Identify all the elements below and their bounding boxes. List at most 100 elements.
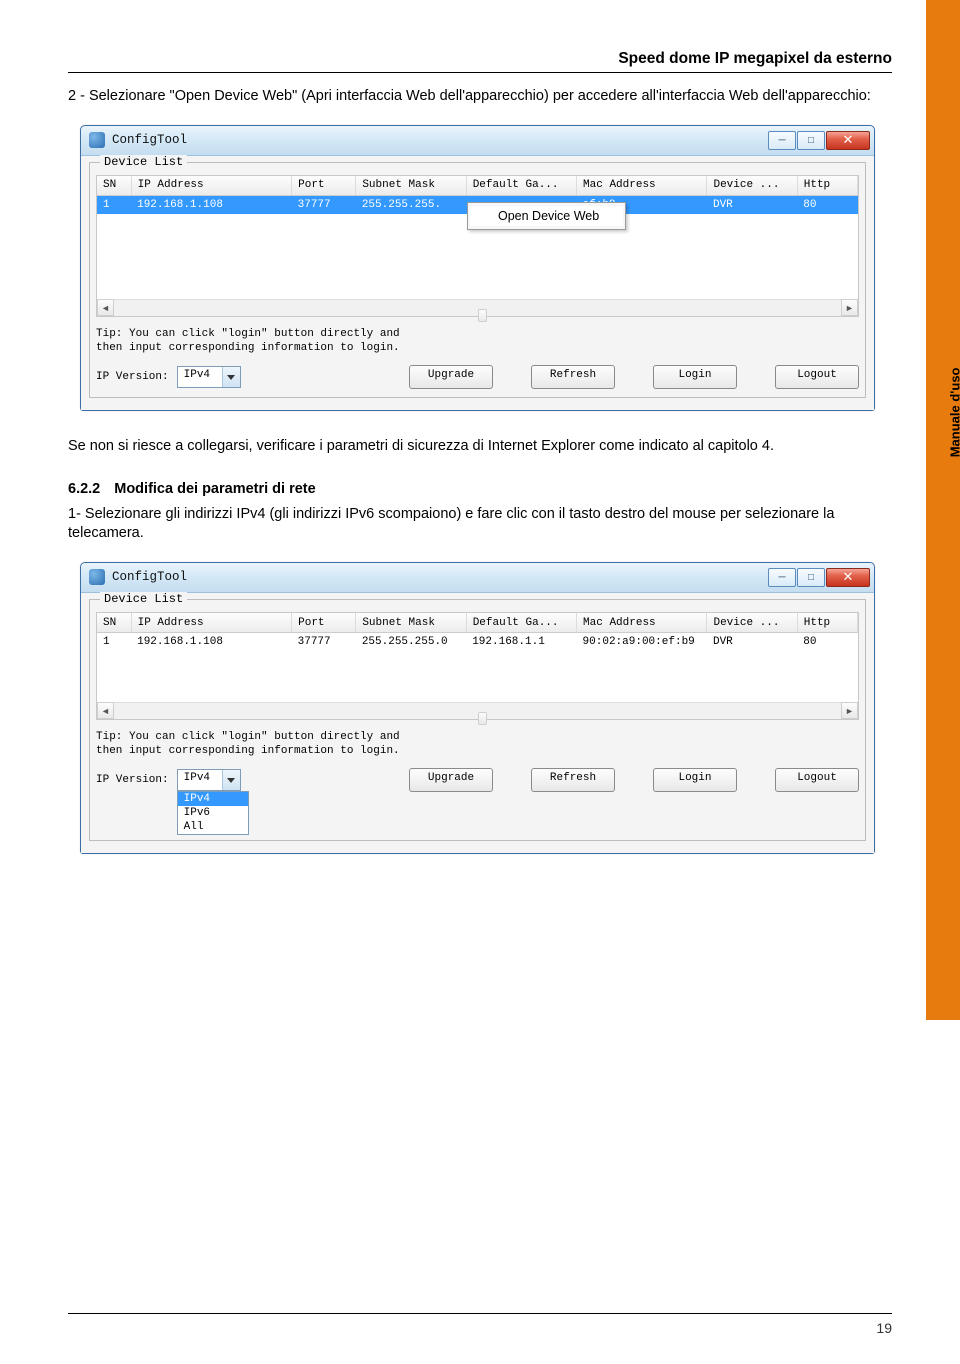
window-title: ConfigTool [112,570,187,584]
table-row[interactable] [97,248,858,265]
table-row[interactable] [97,231,858,248]
horizontal-scrollbar[interactable]: ◄ ► [97,299,858,316]
close-button[interactable]: ✕ [826,568,870,587]
table-row[interactable] [97,668,858,685]
table-row[interactable] [97,651,858,668]
cell-sn: 1 [97,196,131,214]
th-mask[interactable]: Subnet Mask [356,176,466,196]
ip-version-select[interactable]: IPv4 IPv4 IPv6 All [177,769,241,791]
table-row[interactable] [97,265,858,282]
cell-sn: 1 [97,633,131,651]
th-http[interactable]: Http [797,613,857,633]
close-button[interactable]: ✕ [826,131,870,150]
page-header-title: Speed dome IP megapixel da esterno [68,50,892,68]
scroll-right-icon[interactable]: ► [841,299,858,316]
refresh-button[interactable]: Refresh [531,365,615,389]
th-sn[interactable]: SN [97,613,131,633]
context-menu[interactable]: Open Device Web [467,202,626,230]
option-all[interactable]: All [178,820,248,834]
th-device[interactable]: Device ... [707,176,797,196]
section-title: Modifica dei parametri di rete [114,481,315,497]
tip-text: Tip: You can click "login" button direct… [96,327,859,356]
logout-button[interactable]: Logout [775,768,859,792]
sidebar-orange-bar: Manuale d'uso [926,0,960,1020]
chevron-down-icon[interactable] [222,770,240,790]
titlebar[interactable]: ConfigTool ─ □ ✕ [81,126,874,156]
option-ipv6[interactable]: IPv6 [178,806,248,820]
cell-mask: 255.255.255. [356,196,466,214]
login-button[interactable]: Login [653,768,737,792]
option-ipv4[interactable]: IPv4 [178,792,248,806]
logout-button[interactable]: Logout [775,365,859,389]
th-ip[interactable]: IP Address [131,176,292,196]
scroll-left-icon[interactable]: ◄ [97,299,114,316]
page-number: 19 [68,1320,892,1336]
th-port[interactable]: Port [292,613,356,633]
cell-gw: 192.168.1.1 [466,633,576,651]
window-title: ConfigTool [112,133,187,147]
minimize-button[interactable]: ─ [768,568,796,587]
th-http[interactable]: Http [797,176,857,196]
device-list-fieldset: Device List SN IP Address Port [89,162,866,399]
tip-line-2: then input corresponding information to … [96,744,859,758]
fieldset-legend: Device List [100,155,187,169]
table-header-row: SN IP Address Port Subnet Mask Default G… [97,176,858,196]
cell-ip: 192.168.1.108 [131,196,292,214]
horizontal-scrollbar[interactable]: ◄ ► [97,702,858,719]
cell-mac: 90:02:a9:00:ef:b9 [577,633,707,651]
scroll-thumb[interactable] [478,309,487,322]
app-icon [89,132,105,148]
cell-http: 80 [797,633,857,651]
cell-ip: 192.168.1.108 [131,633,292,651]
upgrade-button[interactable]: Upgrade [409,365,493,389]
ip-version-label: IP Version: [96,371,169,383]
cell-port: 37777 [292,633,356,651]
scroll-left-icon[interactable]: ◄ [97,702,114,719]
refresh-button[interactable]: Refresh [531,768,615,792]
context-open-device-web[interactable]: Open Device Web [470,206,623,226]
device-table[interactable]: SN IP Address Port Subnet Mask Default G… [97,613,858,702]
ip-version-dropdown[interactable]: IPv4 IPv6 All [177,791,249,835]
configtool-window-2: ConfigTool ─ □ ✕ Device List [80,562,875,855]
th-sn[interactable]: SN [97,176,131,196]
cell-mask: 255.255.255.0 [356,633,466,651]
configtool-window-1: ConfigTool ─ □ ✕ Device List [80,125,875,412]
ip-version-value: IPv4 [178,770,222,790]
tip-line-2: then input corresponding information to … [96,341,859,355]
login-button[interactable]: Login [653,365,737,389]
th-gw[interactable]: Default Ga... [466,176,576,196]
ip-version-value: IPv4 [178,367,222,387]
table-row[interactable] [97,282,858,299]
upgrade-button[interactable]: Upgrade [409,768,493,792]
cell-port: 37777 [292,196,356,214]
maximize-button[interactable]: □ [797,131,825,150]
minimize-button[interactable]: ─ [768,131,796,150]
device-list-fieldset: Device List SN IP Address Port [89,599,866,842]
tip-line-1: Tip: You can click "login" button direct… [96,327,859,341]
table-row[interactable]: 1 192.168.1.108 37777 255.255.255.0 192.… [97,633,858,651]
titlebar[interactable]: ConfigTool ─ □ ✕ [81,563,874,593]
th-mask[interactable]: Subnet Mask [356,613,466,633]
chevron-down-icon[interactable] [222,367,240,387]
sidebar-label: Manuale d'uso [948,368,960,458]
th-ip[interactable]: IP Address [131,613,292,633]
table-row[interactable] [97,685,858,702]
tip-line-1: Tip: You can click "login" button direct… [96,730,859,744]
th-device[interactable]: Device ... [707,613,797,633]
ip-version-select[interactable]: IPv4 [177,366,241,388]
ip-version-label: IP Version: [96,774,169,786]
scroll-right-icon[interactable]: ► [841,702,858,719]
th-port[interactable]: Port [292,176,356,196]
step-1-text: 1- Selezionare gli indirizzi IPv4 (gli i… [68,505,892,544]
cell-device: DVR [707,196,797,214]
maximize-button[interactable]: □ [797,568,825,587]
th-gw[interactable]: Default Ga... [466,613,576,633]
device-table[interactable]: SN IP Address Port Subnet Mask Default G… [97,176,858,299]
th-mac[interactable]: Mac Address [577,176,707,196]
section-heading: 6.2.2Modifica dei parametri di rete [68,481,892,497]
fieldset-legend: Device List [100,592,187,606]
scroll-thumb[interactable] [478,712,487,725]
table-header-row: SN IP Address Port Subnet Mask Default G… [97,613,858,633]
cell-device: DVR [707,633,797,651]
th-mac[interactable]: Mac Address [577,613,707,633]
